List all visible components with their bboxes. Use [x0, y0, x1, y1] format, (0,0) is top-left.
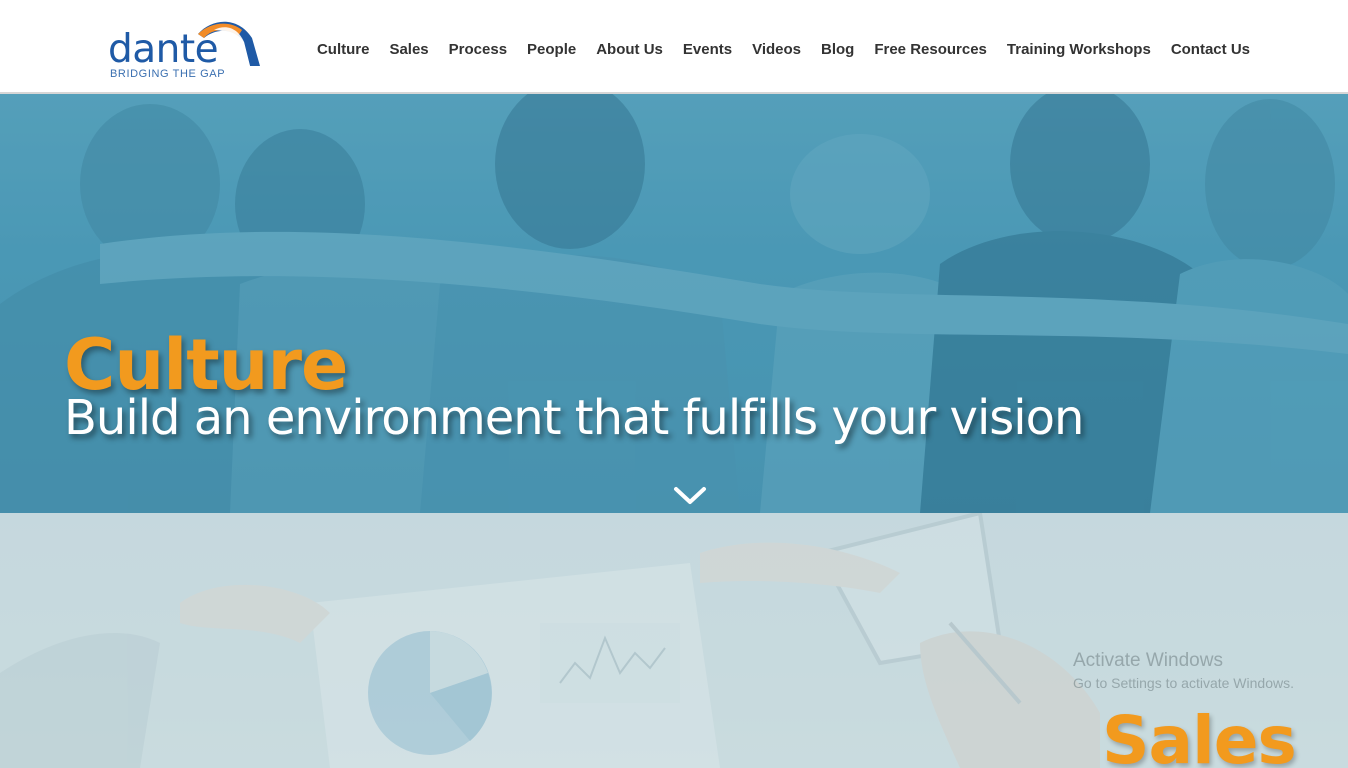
logo-tagline: BRIDGING THE GAP — [110, 68, 226, 80]
sales-title: Sales — [1102, 702, 1297, 768]
logo-wordmark: dante — [108, 27, 219, 72]
nav-process[interactable]: Process — [449, 41, 507, 58]
nav-events[interactable]: Events — [683, 41, 732, 58]
activate-windows-watermark: Activate Windows Go to Settings to activ… — [1073, 649, 1294, 692]
nav-people[interactable]: People — [527, 41, 576, 58]
nav-free-resources[interactable]: Free Resources — [874, 41, 987, 58]
culture-hero: Culture Build an environment that fulfil… — [0, 94, 1348, 513]
main-nav: Culture Sales Process People About Us Ev… — [317, 36, 1250, 62]
nav-culture[interactable]: Culture — [317, 41, 370, 58]
watermark-subtitle: Go to Settings to activate Windows. — [1073, 675, 1294, 691]
nav-videos[interactable]: Videos — [752, 41, 801, 58]
nav-blog[interactable]: Blog — [821, 41, 854, 58]
watermark-title: Activate Windows — [1073, 650, 1223, 671]
sales-section: Activate Windows Go to Settings to activ… — [0, 513, 1348, 768]
dante-logo[interactable]: dante BRIDGING THE GAP — [108, 16, 268, 84]
hero-subtitle: Build an environment that fulfills your … — [64, 390, 1084, 446]
chevron-down-icon[interactable] — [673, 486, 707, 506]
site-header: dante BRIDGING THE GAP Culture Sales Pro… — [0, 0, 1348, 94]
hero-background-image — [0, 94, 1348, 513]
nav-about-us[interactable]: About Us — [596, 41, 663, 58]
nav-training-workshops[interactable]: Training Workshops — [1007, 41, 1151, 58]
nav-sales[interactable]: Sales — [389, 41, 428, 58]
nav-contact-us[interactable]: Contact Us — [1171, 41, 1250, 58]
